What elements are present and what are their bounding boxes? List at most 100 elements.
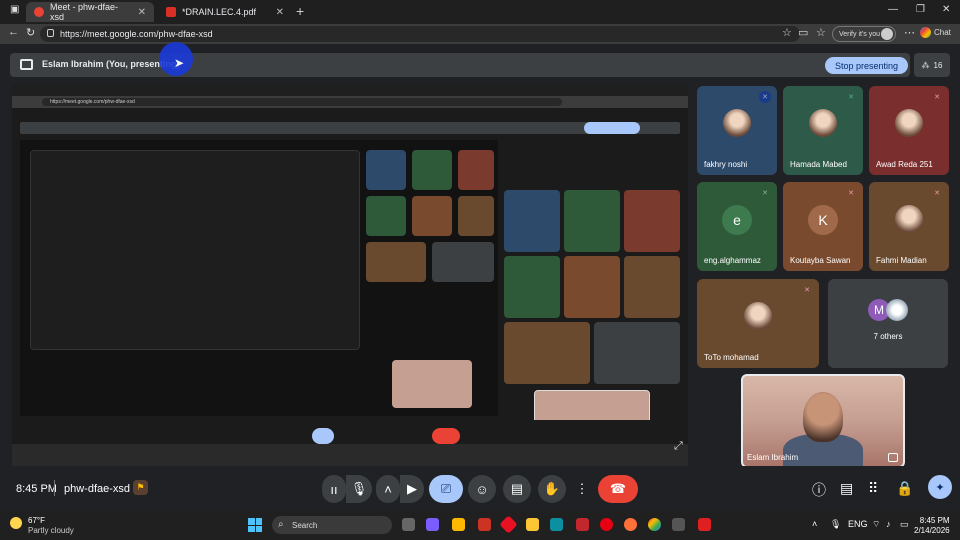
camera-settings-button[interactable]: ˄	[376, 475, 400, 503]
system-clock[interactable]: 8:45 PM 2/14/2026	[914, 516, 950, 536]
reload-icon[interactable]: ↻	[26, 26, 35, 39]
restore-icon[interactable]: ❐	[916, 4, 925, 15]
muted-mic-icon: ✕	[934, 94, 940, 101]
address-bar[interactable]: https://meet.google.com/phw-dfae-xsd	[40, 26, 800, 42]
app-icon[interactable]	[499, 515, 518, 534]
camera-icon[interactable]: ▭	[798, 26, 808, 39]
star-icon[interactable]: ☆	[782, 26, 792, 39]
app-icon[interactable]	[672, 518, 685, 531]
wifi-icon[interactable]: ⌔	[872, 519, 880, 530]
avatar	[809, 108, 837, 137]
chat-label: Chat	[934, 28, 951, 37]
pdf-favicon-icon	[166, 7, 176, 17]
gemini-chat-button[interactable]: Chat	[920, 27, 951, 38]
nested-end-call	[432, 428, 460, 444]
chevron-up-icon[interactable]: ˄	[812, 519, 817, 529]
chevron-up-icon: ˄	[384, 481, 392, 497]
volume-icon[interactable]: ♪	[886, 519, 891, 529]
captions-button[interactable]: ▤	[503, 475, 531, 503]
task-view-icon[interactable]	[402, 518, 415, 531]
pdf-reader-icon[interactable]	[698, 518, 711, 531]
camera-button[interactable]: ▶	[400, 475, 424, 503]
store-icon[interactable]	[452, 518, 465, 531]
new-tab-icon[interactable]: +	[296, 3, 304, 19]
mic-icon: 🎙	[350, 481, 368, 496]
participant-tile[interactable]: e ✕ eng.alghammaz	[697, 182, 777, 271]
present-button[interactable]: ⎚	[429, 475, 463, 503]
close-window-icon[interactable]: ✕	[942, 4, 950, 15]
app-icon[interactable]	[478, 518, 491, 531]
participant-name: Hamada Mabed	[790, 160, 847, 169]
tab-pdf-title: *DRAIN.LEC.4.pdf	[182, 7, 257, 17]
others-tile[interactable]: M 7 others	[828, 279, 948, 368]
battery-icon[interactable]: ▭	[900, 519, 909, 530]
info-icon[interactable]: ⓘ	[812, 480, 826, 500]
stop-presenting-button[interactable]: Stop presenting	[825, 57, 908, 74]
companion-button[interactable]: ✦	[928, 475, 952, 499]
back-icon[interactable]: ←	[8, 26, 19, 38]
close-tab-icon[interactable]: ✕	[276, 7, 284, 18]
participant-tile[interactable]: K ✕ Koutayba Sawan	[783, 182, 863, 271]
leave-call-button[interactable]: ☎	[598, 475, 638, 503]
app-icon[interactable]	[576, 518, 589, 531]
nested-tile	[624, 256, 680, 318]
minimize-icon[interactable]: —	[888, 4, 898, 15]
shared-screen: https://meet.google.com/phw-dfae-xsd ⤢	[12, 84, 688, 466]
language-indicator[interactable]: ENG	[848, 519, 868, 529]
participant-count: 16	[933, 60, 943, 70]
nested-shared-screen	[20, 140, 498, 416]
chrome-icon[interactable]	[648, 518, 661, 531]
mic-tray-icon[interactable]: 🎙	[830, 519, 841, 530]
nested-tile	[432, 242, 494, 282]
host-controls-icon[interactable]: 🔒	[896, 480, 913, 497]
file-explorer-icon[interactable]	[526, 518, 539, 531]
firefox-icon[interactable]	[624, 518, 637, 531]
emoji-button[interactable]: ☺	[468, 475, 496, 503]
activities-icon[interactable]: ⠿	[868, 480, 878, 497]
nested-tile	[504, 322, 590, 384]
participant-tile[interactable]: ✕ Fahmi Madian	[869, 182, 949, 271]
copilot-icon[interactable]	[426, 518, 439, 531]
tab-meet[interactable]: Meet - phw-dfae-xsd ✕	[26, 2, 154, 22]
presenting-banner: Eslam Ibrahim (You, presenting) Stop pre…	[10, 53, 910, 77]
weather-condition: Partly cloudy	[28, 526, 74, 535]
edge-icon[interactable]	[550, 518, 563, 531]
nested-tile	[564, 190, 620, 252]
tab-pdf[interactable]: *DRAIN.LEC.4.pdf ✕	[158, 2, 292, 22]
host-badge-icon[interactable]: ⚑	[133, 480, 148, 495]
mic-button[interactable]: 🎙	[346, 475, 372, 503]
weather-icon	[10, 517, 22, 529]
start-icon[interactable]	[248, 518, 262, 532]
avatar	[723, 108, 751, 137]
audio-settings-button[interactable]: ıı	[322, 475, 346, 503]
participant-tile[interactable]: ✕ Awad Reda 251	[869, 86, 949, 175]
chat-icon[interactable]: ▤	[840, 480, 853, 497]
people-icon: ⁂	[921, 60, 930, 70]
meet-favicon-icon	[34, 7, 44, 17]
search-box[interactable]: ⌕ Search	[272, 516, 392, 534]
end-call-icon: ☎	[609, 481, 627, 496]
clock-date: 2/14/2026	[914, 526, 950, 535]
participant-name: Koutayba Sawan	[790, 256, 851, 265]
raise-hand-button[interactable]: ✋	[538, 475, 566, 503]
close-tab-icon[interactable]: ✕	[138, 7, 146, 18]
participant-tile[interactable]: ✕ Hamada Mabed	[783, 86, 863, 175]
nested-mirror	[30, 150, 360, 350]
self-view-tile[interactable]: Eslam Ibrahim	[741, 374, 905, 468]
avatar	[886, 299, 908, 321]
tab-search-icon[interactable]: ▣	[10, 4, 19, 15]
participants-button[interactable]: ⁂ 16	[914, 53, 950, 77]
participant-tile[interactable]: ✕ fakhry noshi	[697, 86, 777, 175]
muted-mic-icon: ✕	[848, 94, 854, 101]
opera-icon[interactable]	[600, 518, 613, 531]
expand-icon[interactable]: ⤢	[674, 440, 683, 453]
menu-icon[interactable]: ⋯	[904, 26, 915, 39]
screen: { "browser": { "tabs": [ {"title": "Meet…	[0, 0, 960, 540]
participant-tile[interactable]: ✕ ToTo mohamad	[697, 279, 819, 368]
pip-icon[interactable]	[888, 453, 898, 462]
participant-name: Fahmi Madian	[876, 256, 927, 265]
more-options-button[interactable]: ⋮	[572, 475, 592, 503]
verify-profile-button[interactable]: Verify it's you	[832, 26, 896, 42]
bookmark-icon[interactable]: ☆	[816, 26, 826, 39]
verify-label: Verify it's you	[839, 30, 881, 38]
